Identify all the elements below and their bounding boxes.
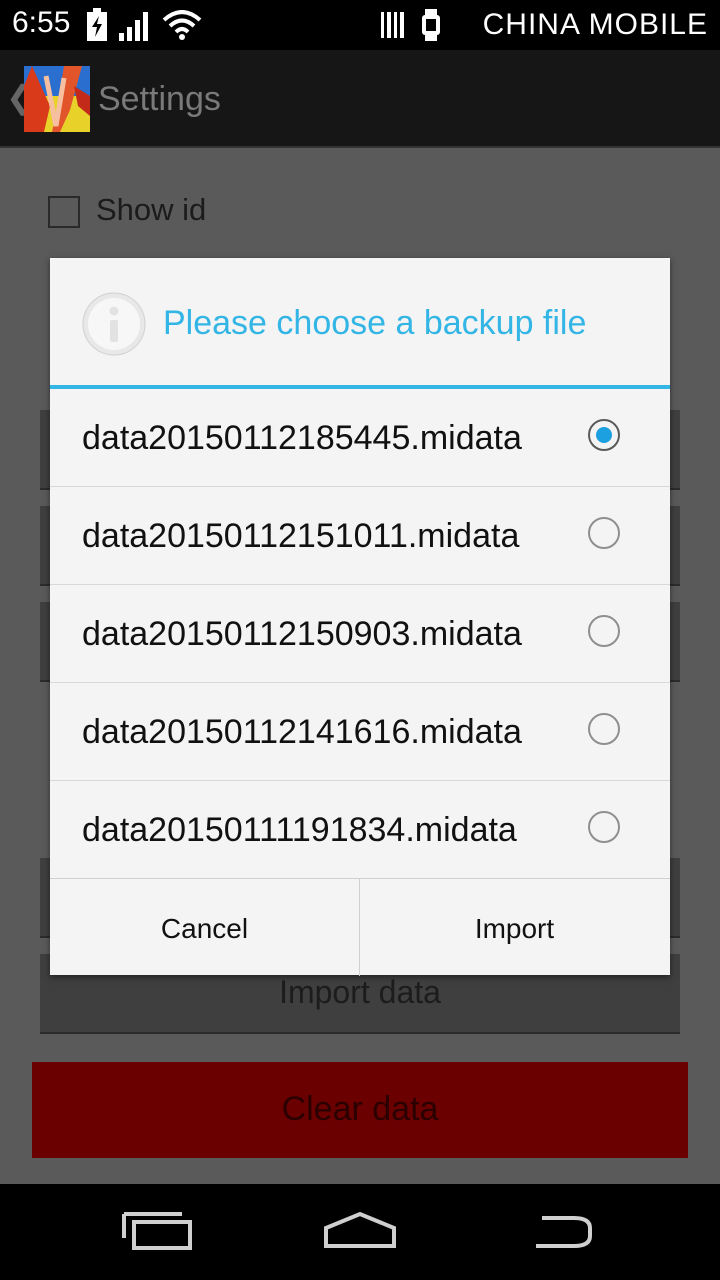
option-label: data20150112151011.midata: [82, 517, 520, 555]
option-label: data20150111191834.midata: [82, 811, 517, 849]
dialog-title: Please choose a backup file: [163, 304, 587, 342]
carrier-name: CHINA MOBILE: [482, 8, 708, 41]
status-bar: 6:55 CHINA MOBILE: [0, 0, 720, 50]
dialog-header: Please choose a backup file: [50, 258, 670, 386]
import-button[interactable]: Import: [360, 879, 669, 976]
show-id-checkbox[interactable]: [48, 196, 80, 228]
radio-unselected[interactable]: [588, 811, 620, 843]
list-item[interactable]: data20150111191834.midata: [50, 781, 670, 879]
status-time: 6:55: [12, 6, 71, 39]
app-logo-icon[interactable]: [24, 66, 90, 132]
backup-file-dialog: Please choose a backup file data20150112…: [50, 258, 670, 976]
wifi-icon: [162, 10, 202, 40]
radio-unselected[interactable]: [588, 713, 620, 745]
radio-unselected[interactable]: [588, 517, 620, 549]
barcode-icon: [381, 12, 404, 38]
battery-charging-icon: [87, 8, 107, 41]
clear-data-label: Clear data: [281, 1090, 439, 1128]
list-item[interactable]: data20150112141616.midata: [50, 683, 670, 781]
radio-dot: [596, 427, 612, 443]
import-label: Import: [474, 913, 555, 944]
show-id-label: Show id: [96, 192, 207, 227]
status-icons-left: [86, 8, 202, 42]
status-icons-right: [380, 8, 442, 42]
info-icon: [82, 292, 146, 356]
dialog-button-bar: Cancel Import: [50, 878, 670, 976]
import-data-label: Import data: [279, 974, 441, 1010]
list-item[interactable]: data20150112150903.midata: [50, 585, 670, 683]
recent-apps-icon[interactable]: [118, 1206, 198, 1256]
navigation-bar: [0, 1184, 720, 1280]
home-icon[interactable]: [320, 1206, 400, 1256]
radio-unselected[interactable]: [588, 615, 620, 647]
watch-icon: [422, 9, 440, 41]
list-item[interactable]: data20150112151011.midata: [50, 487, 670, 585]
page-title: Settings: [98, 80, 221, 118]
list-item[interactable]: data20150112185445.midata: [50, 389, 670, 487]
radio-selected[interactable]: [588, 419, 620, 451]
option-label: data20150112185445.midata: [82, 419, 522, 457]
option-label: data20150112141616.midata: [82, 713, 522, 751]
action-bar: ❮ Settings: [0, 50, 720, 148]
option-label: data20150112150903.midata: [82, 615, 522, 653]
back-icon[interactable]: [522, 1206, 602, 1256]
cancel-button[interactable]: Cancel: [50, 879, 359, 976]
signal-icon: [119, 12, 148, 41]
cancel-label: Cancel: [160, 913, 249, 944]
clear-data-button[interactable]: Clear data: [32, 1062, 688, 1158]
